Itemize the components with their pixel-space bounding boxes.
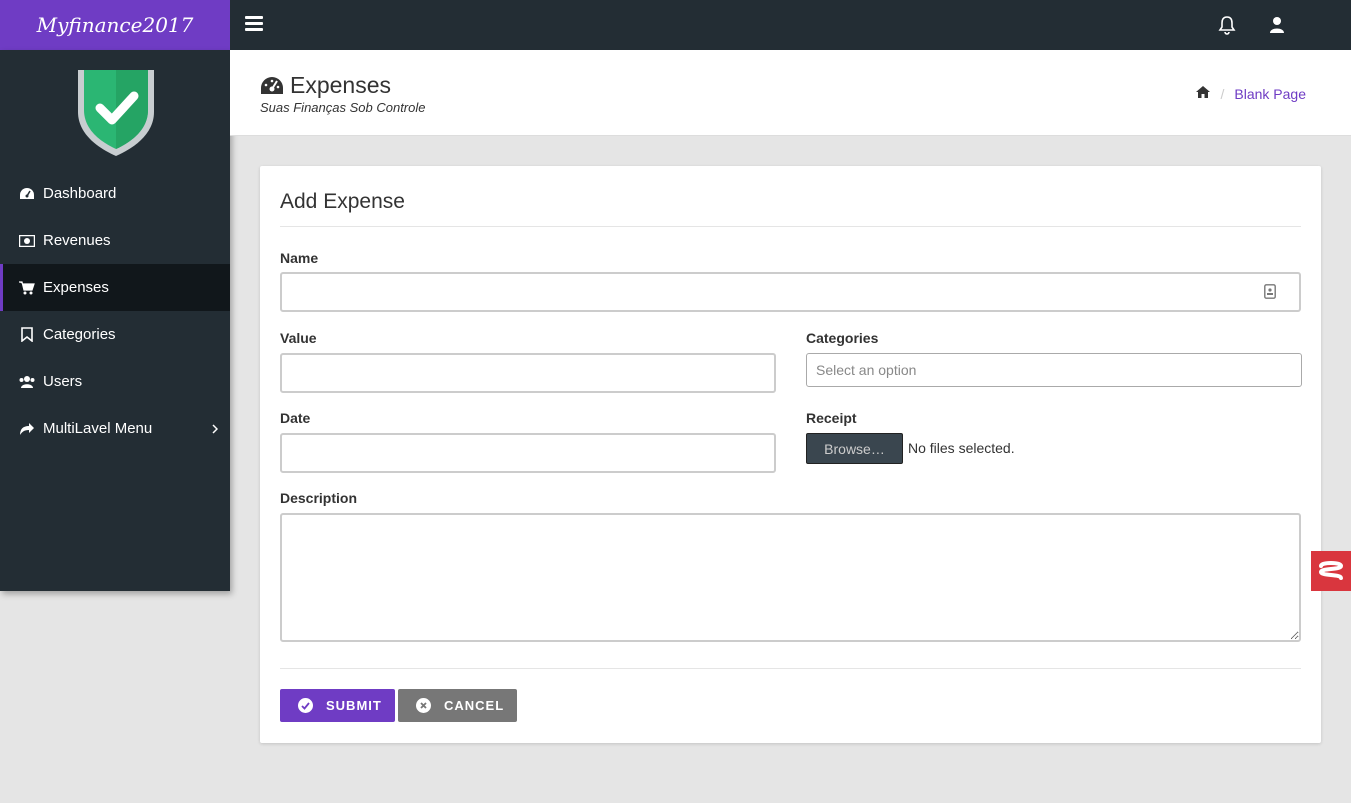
sidebar-item-label: MultiLavel Menu xyxy=(43,420,153,437)
user-icon[interactable] xyxy=(1269,16,1285,39)
money-icon xyxy=(18,233,36,249)
topbar xyxy=(230,0,1351,50)
card-title: Add Expense xyxy=(280,190,405,213)
hamburger-menu-icon[interactable] xyxy=(245,16,263,32)
dashboard-icon xyxy=(261,76,283,94)
sidebar-item-multilevel-menu[interactable]: MultiLavel Menu xyxy=(0,405,230,452)
sidebar-item-expenses[interactable]: Expenses xyxy=(0,264,230,311)
breadcrumb-current[interactable]: Blank Page xyxy=(1234,86,1306,102)
contact-card-icon[interactable] xyxy=(1264,284,1276,304)
sidebar-item-label: Users xyxy=(43,373,83,390)
page-title: Expenses xyxy=(260,72,391,99)
sidebar-item-revenues[interactable]: Revenues xyxy=(0,217,230,264)
home-icon[interactable] xyxy=(1195,85,1211,102)
share-icon xyxy=(18,421,36,437)
bookmark-icon xyxy=(18,327,36,343)
shield-check-logo xyxy=(78,70,154,156)
page-title-text: Expenses xyxy=(290,72,392,98)
value-input[interactable] xyxy=(280,353,776,393)
categories-label: Categories xyxy=(806,330,879,346)
chevron-right-icon xyxy=(212,421,219,438)
sidebar-item-categories[interactable]: Categories xyxy=(0,311,230,358)
brand-name: Myfinance2017 xyxy=(36,13,194,37)
divider xyxy=(280,668,1301,669)
check-circle-icon xyxy=(298,698,313,713)
add-expense-card: Add Expense Name Value Categories Select… xyxy=(260,166,1321,743)
name-input[interactable] xyxy=(280,272,1301,312)
sidebar-item-users[interactable]: Users xyxy=(0,358,230,405)
categories-placeholder: Select an option xyxy=(816,362,917,378)
widget-logo-icon xyxy=(1319,561,1344,580)
dashboard-icon xyxy=(18,186,36,202)
bell-icon[interactable] xyxy=(1218,15,1236,40)
sidebar: Dashboard Revenues Expenses Categories U… xyxy=(0,50,230,591)
breadcrumb: / Blank Page xyxy=(1195,85,1306,102)
description-label: Description xyxy=(280,490,358,506)
cancel-button[interactable]: CANCEL xyxy=(398,689,517,722)
page-subtitle: Suas Finanças Sob Controle xyxy=(260,100,426,115)
page-header: Expenses Suas Finanças Sob Controle / Bl… xyxy=(230,50,1351,136)
date-input[interactable] xyxy=(280,433,776,473)
sidebar-item-label: Categories xyxy=(43,326,116,343)
divider xyxy=(280,226,1301,227)
date-label: Date xyxy=(280,410,311,426)
sidebar-item-label: Revenues xyxy=(43,232,111,249)
name-label: Name xyxy=(280,250,319,266)
submit-label: SUBMIT xyxy=(326,698,382,713)
sidebar-item-dashboard[interactable]: Dashboard xyxy=(0,170,230,217)
cart-icon xyxy=(18,280,36,296)
sidebar-menu: Dashboard Revenues Expenses Categories U… xyxy=(0,170,230,452)
users-icon xyxy=(18,374,36,390)
categories-select[interactable]: Select an option xyxy=(806,353,1302,387)
cancel-label: CANCEL xyxy=(444,698,505,713)
file-status: No files selected. xyxy=(908,440,1015,456)
sidebar-item-label: Dashboard xyxy=(43,185,117,202)
close-circle-icon xyxy=(416,698,431,713)
description-textarea[interactable] xyxy=(280,513,1301,642)
browse-button[interactable]: Browse… xyxy=(806,433,903,464)
receipt-label: Receipt xyxy=(806,410,857,426)
breadcrumb-separator: / xyxy=(1220,85,1225,102)
value-label: Value xyxy=(280,330,317,346)
submit-button[interactable]: SUBMIT xyxy=(280,689,395,722)
sidebar-item-label: Expenses xyxy=(43,279,109,296)
brand-logo[interactable]: Myfinance2017 xyxy=(0,0,230,50)
side-widget-tab[interactable] xyxy=(1311,551,1351,591)
